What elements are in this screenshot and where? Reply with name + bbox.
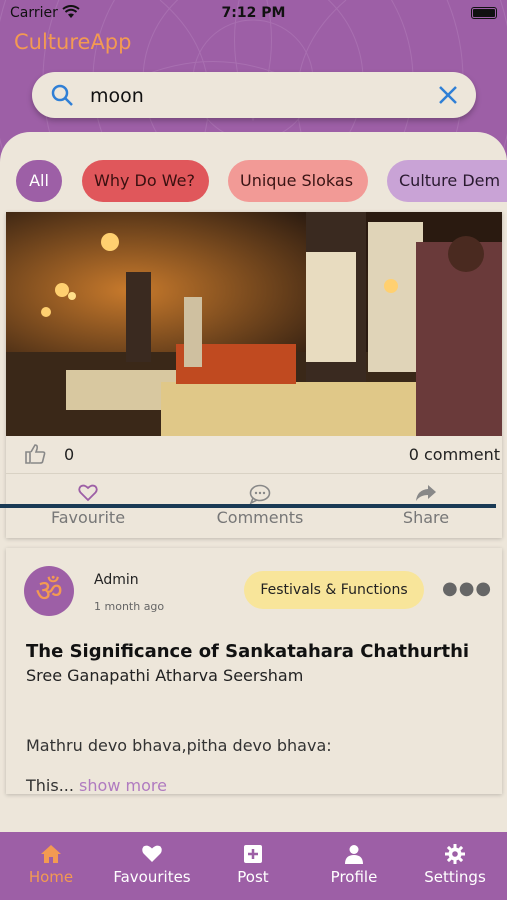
nav-home[interactable]: Home — [1, 844, 101, 886]
nav-profile-label: Profile — [330, 868, 378, 886]
share-label: Share — [402, 508, 450, 527]
chip-culture-demo[interactable]: Culture Dem — [387, 160, 507, 202]
comment-count: 0 comment — [408, 445, 500, 464]
author-name: Admin — [94, 572, 139, 588]
search-bar[interactable]: moon — [32, 72, 476, 118]
thumbs-up-icon[interactable] — [24, 444, 46, 468]
nav-home-label: Home — [28, 868, 74, 886]
comments-label: Comments — [216, 508, 304, 527]
nav-post-label: Post — [237, 868, 269, 886]
nav-favourites-label: Favourites — [113, 868, 191, 886]
clock: 7:12 PM — [221, 5, 286, 21]
svg-text:ॐ: ॐ — [35, 574, 62, 609]
favourite-label: Favourite — [50, 508, 126, 527]
status-bar: Carrier 7:12 PM — [0, 0, 507, 28]
post-card[interactable]: ॐ Admin 1 month ago Festivals & Function… — [6, 548, 502, 795]
post-subtitle: Sree Ganapathi Atharva Seersham — [26, 666, 304, 685]
post-excerpt: This... show more — [26, 776, 167, 795]
home-icon — [1, 844, 101, 866]
gear-icon — [405, 844, 505, 866]
excerpt-text: This... — [26, 776, 74, 795]
nav-settings[interactable]: Settings — [405, 844, 505, 886]
main-content: All Why Do We? Unique Slokas Culture Dem — [0, 132, 507, 832]
person-icon — [304, 844, 404, 866]
heart-icon — [102, 844, 202, 866]
heart-icon — [18, 484, 158, 506]
nav-profile[interactable]: Profile — [304, 844, 404, 886]
like-count: 0 — [64, 445, 75, 464]
app-title: CultureApp — [14, 30, 132, 54]
category-badge[interactable]: Festivals & Functions — [244, 571, 424, 609]
chip-unique-slokas[interactable]: Unique Slokas — [228, 160, 368, 202]
post-stats: 0 0 comment — [6, 436, 502, 474]
post-body: Mathru devo bhava,pitha devo bhava: — [26, 736, 332, 755]
post-card[interactable]: 0 0 comment Favourite Comments Share — [6, 212, 502, 538]
more-icon[interactable]: ●●● — [442, 578, 492, 599]
nav-post[interactable]: Post — [203, 844, 303, 886]
bottom-navigation: Home Favourites Post Profile Settings — [0, 832, 507, 900]
chip-why-do-we[interactable]: Why Do We? — [82, 160, 209, 202]
nav-settings-label: Settings — [424, 868, 486, 886]
post-title[interactable]: The Significance of Sankatahara Chathurt… — [26, 641, 469, 662]
plus-square-icon — [203, 844, 303, 866]
battery-icon — [471, 7, 497, 19]
avatar[interactable]: ॐ — [24, 566, 74, 616]
post-image[interactable] — [6, 212, 502, 436]
search-icon[interactable] — [50, 83, 74, 111]
category-chips: All Why Do We? Unique Slokas Culture Dem — [16, 160, 507, 202]
next-post-image-edge — [0, 504, 496, 508]
share-icon — [356, 484, 496, 506]
chat-bubble-icon — [190, 484, 330, 506]
chip-all[interactable]: All — [16, 160, 62, 202]
search-input[interactable]: moon — [90, 85, 144, 107]
clear-icon[interactable] — [438, 85, 458, 109]
post-time: 1 month ago — [94, 600, 165, 613]
nav-favourites[interactable]: Favourites — [102, 844, 202, 886]
show-more-link[interactable]: show more — [79, 776, 167, 795]
